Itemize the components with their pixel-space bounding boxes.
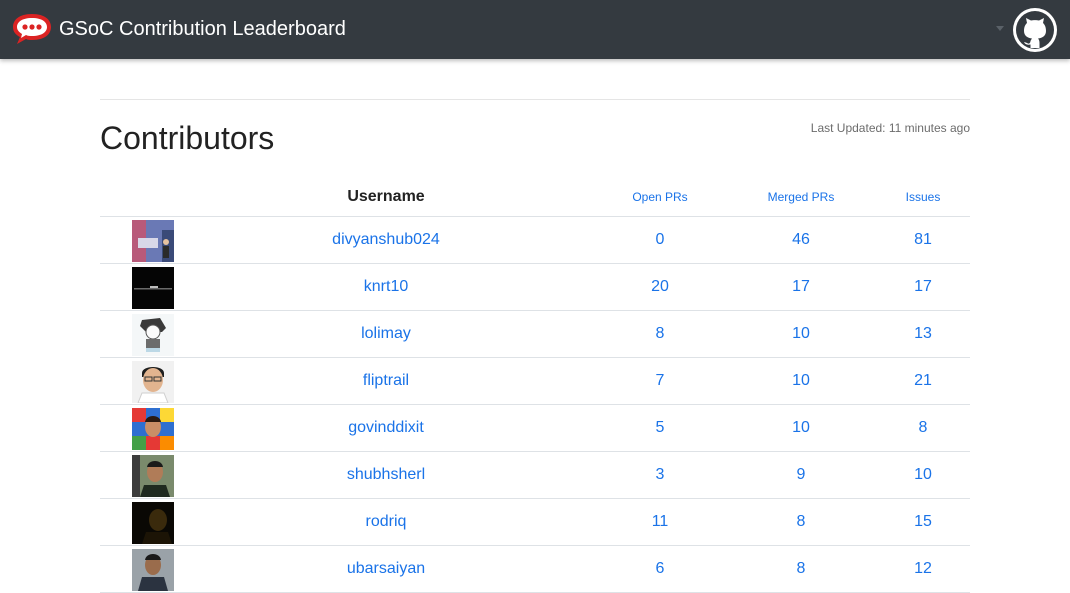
avatar[interactable] xyxy=(132,455,174,497)
avatar[interactable] xyxy=(132,314,174,356)
merged-prs-value[interactable]: 9 xyxy=(731,452,871,498)
merged-prs-value[interactable]: 10 xyxy=(731,405,871,451)
merged-prs-value[interactable]: 46 xyxy=(731,217,871,263)
issues-value[interactable]: 12 xyxy=(873,546,973,592)
table-header: Username Open PRs Merged PRs Issues xyxy=(100,177,970,217)
rocket-chat-logo-icon[interactable] xyxy=(11,11,53,47)
issues-value[interactable]: 21 xyxy=(873,358,973,404)
open-prs-value[interactable]: 8 xyxy=(590,311,730,357)
table-row: divyanshub024 0 46 81 xyxy=(100,217,970,264)
issues-value[interactable]: 15 xyxy=(873,499,973,545)
top-navbar: GSoC Contribution Leaderboard xyxy=(0,0,1070,59)
avatar[interactable] xyxy=(132,408,174,450)
username-link[interactable]: divyanshub024 xyxy=(271,217,501,263)
open-prs-value[interactable]: 3 xyxy=(590,452,730,498)
issues-value[interactable]: 10 xyxy=(873,452,973,498)
last-updated-text: Last Updated: 11 minutes ago xyxy=(810,121,970,135)
avatar[interactable] xyxy=(132,361,174,403)
table-row: knrt10 20 17 17 xyxy=(100,264,970,311)
open-prs-value[interactable]: 20 xyxy=(590,264,730,310)
merged-prs-value[interactable]: 17 xyxy=(731,264,871,310)
issues-value[interactable]: 81 xyxy=(873,217,973,263)
issues-value[interactable]: 8 xyxy=(873,405,973,451)
username-link[interactable]: ubarsaiyan xyxy=(271,546,501,592)
username-column-header: Username xyxy=(347,188,425,205)
open-prs-value[interactable]: 0 xyxy=(590,217,730,263)
avatar[interactable] xyxy=(132,267,174,309)
open-prs-column-header[interactable]: Open PRs xyxy=(590,177,730,217)
avatar[interactable] xyxy=(132,549,174,591)
page-title: Contributors xyxy=(100,120,275,156)
table-row: ubarsaiyan 6 8 12 xyxy=(100,546,970,593)
github-icon[interactable] xyxy=(1012,7,1058,53)
open-prs-value[interactable]: 11 xyxy=(590,499,730,545)
table-row: fliptrail 7 10 21 xyxy=(100,358,970,405)
merged-prs-value[interactable]: 8 xyxy=(731,546,871,592)
open-prs-value[interactable]: 7 xyxy=(590,358,730,404)
issues-value[interactable]: 17 xyxy=(873,264,973,310)
divider xyxy=(100,99,970,100)
merged-prs-value[interactable]: 10 xyxy=(731,311,871,357)
issues-column-header[interactable]: Issues xyxy=(873,177,973,217)
merged-prs-value[interactable]: 10 xyxy=(731,358,871,404)
table-row: shubhsherl 3 9 10 xyxy=(100,452,970,499)
avatar[interactable] xyxy=(132,220,174,262)
avatar[interactable] xyxy=(132,502,174,544)
main-content: Contributors Last Updated: 11 minutes ag… xyxy=(100,99,970,593)
username-link[interactable]: shubhsherl xyxy=(271,452,501,498)
table-row: rodriq 11 8 15 xyxy=(100,499,970,546)
open-prs-value[interactable]: 6 xyxy=(590,546,730,592)
username-link[interactable]: knrt10 xyxy=(271,264,501,310)
table-row: govinddixit 5 10 8 xyxy=(100,405,970,452)
username-link[interactable]: govinddixit xyxy=(271,405,501,451)
app-title[interactable]: GSoC Contribution Leaderboard xyxy=(59,17,346,41)
merged-prs-value[interactable]: 8 xyxy=(731,499,871,545)
issues-value[interactable]: 13 xyxy=(873,311,973,357)
username-link[interactable]: lolimay xyxy=(271,311,501,357)
merged-prs-column-header[interactable]: Merged PRs xyxy=(731,177,871,217)
table-row: lolimay 8 10 13 xyxy=(100,311,970,358)
username-link[interactable]: rodriq xyxy=(271,499,501,545)
username-link[interactable]: fliptrail xyxy=(271,358,501,404)
contributors-table: Username Open PRs Merged PRs Issues divy… xyxy=(100,177,970,593)
open-prs-value[interactable]: 5 xyxy=(590,405,730,451)
caret-down-icon xyxy=(996,26,1004,31)
